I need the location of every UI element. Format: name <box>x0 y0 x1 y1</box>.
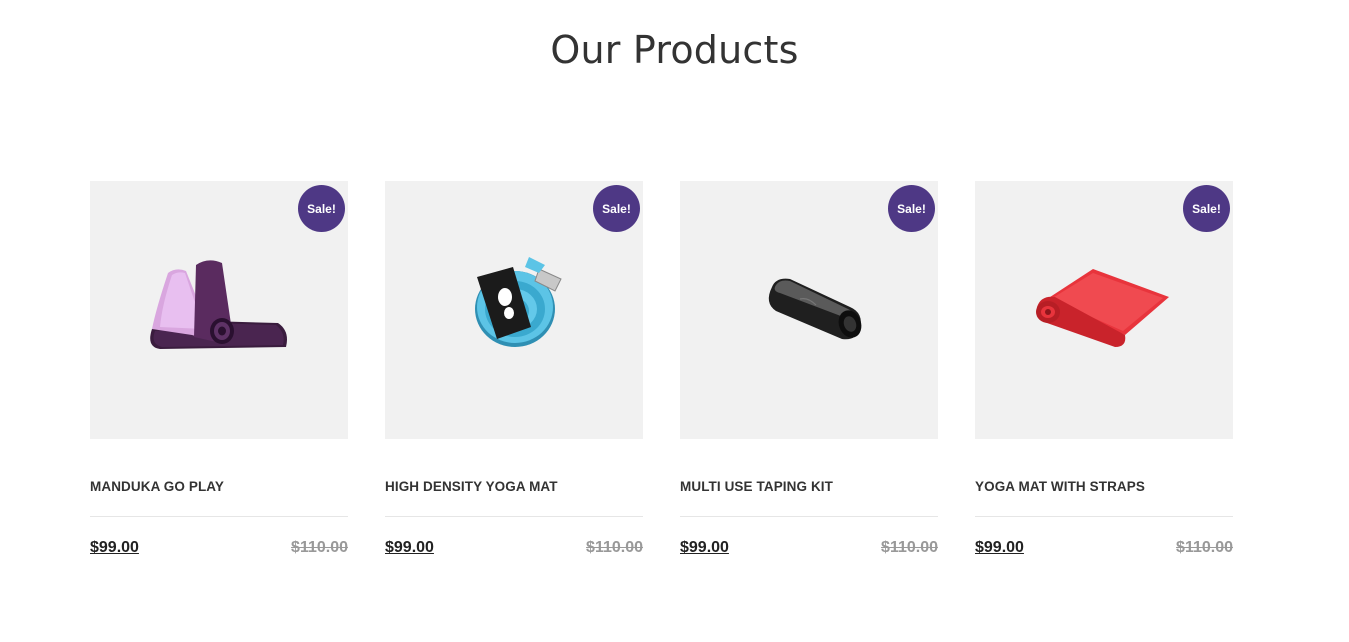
original-price: $110.00 <box>1176 539 1233 556</box>
product-image-link[interactable]: Sale! <box>975 181 1233 439</box>
divider <box>90 516 348 517</box>
divider <box>680 516 938 517</box>
product-title[interactable]: HIGH DENSITY YOGA MAT <box>385 479 643 499</box>
product-title[interactable]: YOGA MAT WITH STRAPS <box>975 479 1233 499</box>
sale-price: $99.00 <box>90 539 139 556</box>
product-title[interactable]: MULTI USE TAPING KIT <box>680 479 938 499</box>
sale-price: $99.00 <box>680 539 729 556</box>
original-price: $110.00 <box>291 539 348 556</box>
product-image-link[interactable]: Sale! <box>90 181 348 439</box>
price-row: $99.00 $110.00 <box>90 539 348 557</box>
sale-badge: Sale! <box>593 185 640 232</box>
price-row: $99.00 $110.00 <box>680 539 938 557</box>
product-card: Sale! HIGH DENSITY YOGA MAT $99.00 $110.… <box>385 181 643 557</box>
price-row: $99.00 $110.00 <box>975 539 1233 557</box>
product-grid: Sale! MANDUKA GO PLAY $99.00 $110.00 Sal… <box>90 181 1233 557</box>
section-title: Our Products <box>550 28 799 72</box>
sale-badge: Sale! <box>1183 185 1230 232</box>
product-card: Sale! MANDUKA GO PLAY $99.00 $110.00 <box>90 181 348 557</box>
product-title[interactable]: MANDUKA GO PLAY <box>90 479 348 499</box>
sale-price: $99.00 <box>975 539 1024 556</box>
product-image-link[interactable]: Sale! <box>385 181 643 439</box>
product-image-link[interactable]: Sale! <box>680 181 938 439</box>
original-price: $110.00 <box>881 539 938 556</box>
divider <box>975 516 1233 517</box>
sale-badge: Sale! <box>298 185 345 232</box>
divider <box>385 516 643 517</box>
product-card: Sale! YOGA MAT WITH STRAPS $99.00 $110.0… <box>975 181 1233 557</box>
original-price: $110.00 <box>586 539 643 556</box>
sale-badge: Sale! <box>888 185 935 232</box>
sale-price: $99.00 <box>385 539 434 556</box>
price-row: $99.00 $110.00 <box>385 539 643 557</box>
product-card: Sale! MULTI USE TAPING KIT $99.00 $110.0… <box>680 181 938 557</box>
